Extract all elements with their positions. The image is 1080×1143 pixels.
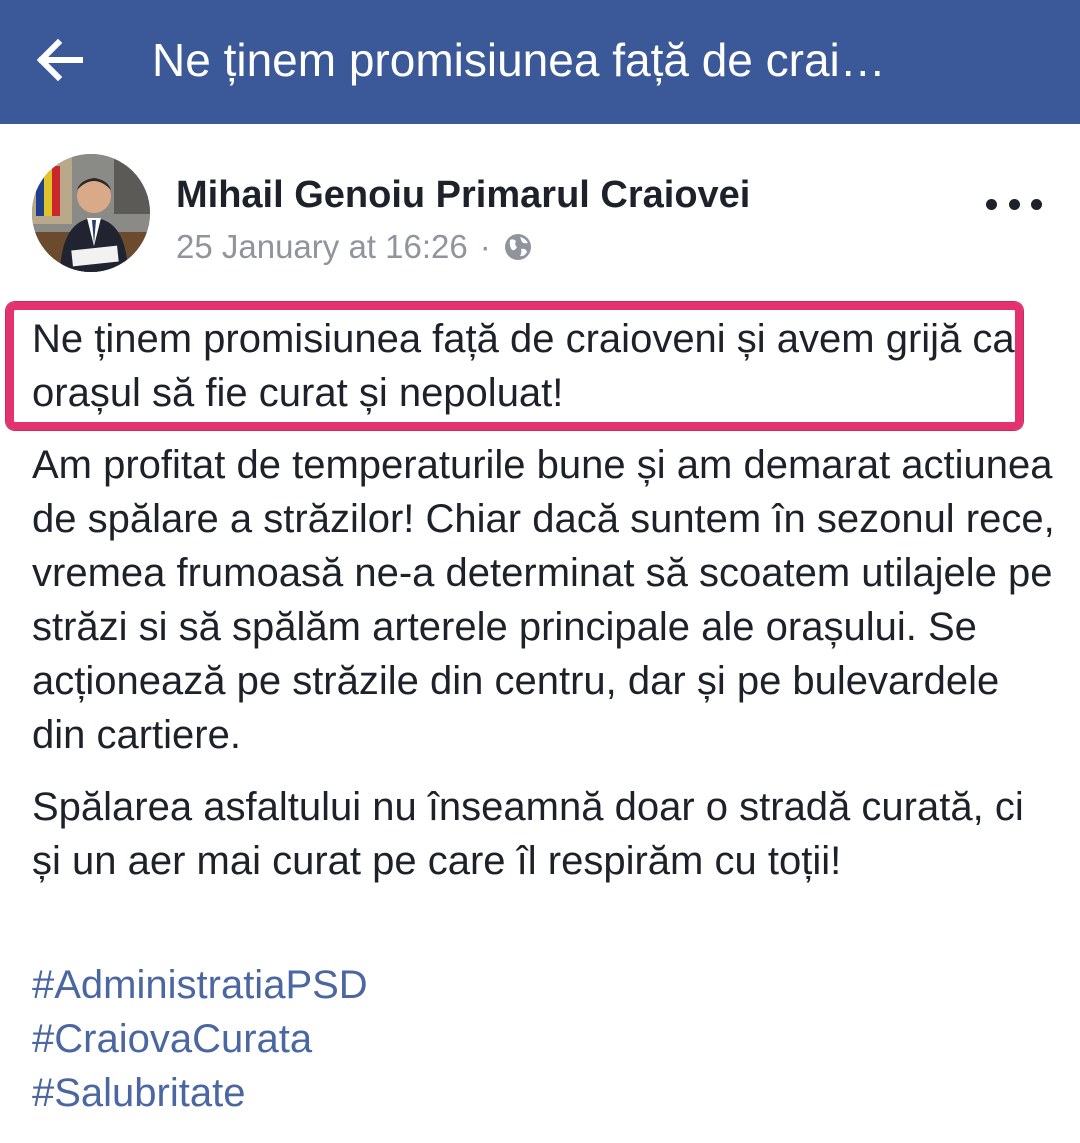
more-dots-icon [986,198,997,210]
post-card: Mihail Genoiu Primarul Craiovei 25 Janua… [0,124,1080,1143]
globe-icon [504,234,531,260]
arrow-left-icon [36,38,83,82]
page-title: Ne ținem promisiunea față de crai… [152,34,886,86]
post-paragraph-3: Spălarea asfaltului nu înseamnă doar o s… [32,785,1024,883]
hashtag-list: #AdministratiaPSD #CraiovaCurata #Salubr… [32,958,368,1120]
meta-separator: · [479,228,491,265]
back-button[interactable] [30,30,90,90]
post-paragraph-2: Am profitat de temperaturile bune și am … [32,443,1055,757]
post-paragraph-1: Ne ținem promisiunea față de craioveni ș… [32,317,1015,415]
hashtag-link[interactable]: #CraiovaCurata [32,1012,368,1066]
more-options-button[interactable] [986,192,1042,216]
post-meta: 25 January at 16:26 · [176,228,533,266]
avatar[interactable] [32,154,150,272]
post-timestamp[interactable]: 25 January at 16:26 [176,228,468,266]
author-name[interactable]: Mihail Genoiu Primarul Craiovei [176,174,750,217]
hashtag-link[interactable]: #AdministratiaPSD [32,958,368,1012]
top-app-bar: Ne ținem promisiunea față de crai… [0,0,1080,124]
hashtag-link[interactable]: #Salubritate [32,1066,368,1120]
